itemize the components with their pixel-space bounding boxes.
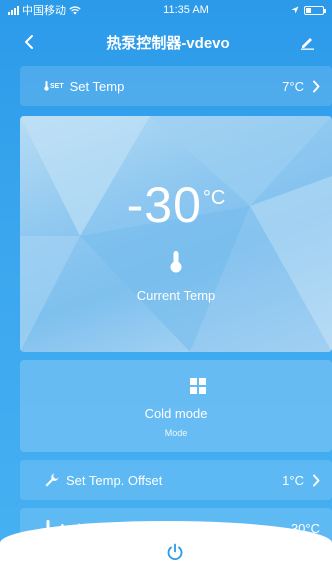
temp-offset-row[interactable]: Set Temp. Offset 1°C <box>20 460 332 500</box>
mode-name: Cold mode <box>144 406 208 421</box>
wrench-icon <box>45 473 59 487</box>
location-icon <box>291 6 299 14</box>
power-icon[interactable] <box>166 543 184 561</box>
set-temp-value: 7°C <box>282 78 304 94</box>
back-button[interactable] <box>18 31 40 53</box>
current-temp-value: -30 <box>126 177 202 233</box>
signal-icon <box>8 5 19 15</box>
current-temp-label: Current Temp <box>136 288 216 303</box>
status-right <box>291 5 326 15</box>
status-bar: 中国移动 11:35 AM <box>0 0 332 20</box>
set-temp-right: 7°C <box>282 79 320 94</box>
mode-card[interactable]: Cold mode Mode <box>20 360 332 452</box>
offset-right: 1°C <box>282 473 320 488</box>
bottom-bar <box>0 521 332 583</box>
pencil-icon <box>300 38 314 50</box>
carrier-label: 中国移动 <box>22 5 66 17</box>
mode-sub-label: Mode <box>164 428 188 438</box>
chevron-right-icon <box>313 80 320 92</box>
set-icon-label: SET <box>50 82 64 90</box>
offset-value: 1°C <box>282 472 304 488</box>
current-temp-unit: °C <box>202 187 226 209</box>
set-temp-left: SET Set Temp <box>44 79 124 94</box>
set-temp-row[interactable]: SET Set Temp 7°C <box>20 66 332 106</box>
chevron-right-icon <box>313 474 320 486</box>
set-temp-label: Set Temp <box>69 78 125 94</box>
current-temp-panel: -30°C Current Temp <box>20 116 332 352</box>
status-left: 中国移动 <box>8 2 81 18</box>
panel-background <box>20 116 332 352</box>
status-time: 11:35 AM <box>163 4 209 16</box>
chevron-left-icon <box>25 35 33 49</box>
offset-label: Set Temp. Offset <box>66 472 163 488</box>
temp-display: -30°C <box>20 176 332 234</box>
edit-button[interactable] <box>296 31 318 53</box>
thermometer-icon <box>170 251 182 273</box>
set-temp-icon: SET <box>44 81 64 91</box>
thermometer-small-icon <box>44 81 49 91</box>
nav-bar: 热泵控制器-vdevo <box>0 20 332 64</box>
grid-icon <box>190 378 206 394</box>
battery-icon <box>303 5 326 15</box>
page-title: 热泵控制器-vdevo <box>106 34 230 52</box>
offset-left: Set Temp. Offset <box>44 472 162 488</box>
wifi-icon <box>69 5 81 14</box>
